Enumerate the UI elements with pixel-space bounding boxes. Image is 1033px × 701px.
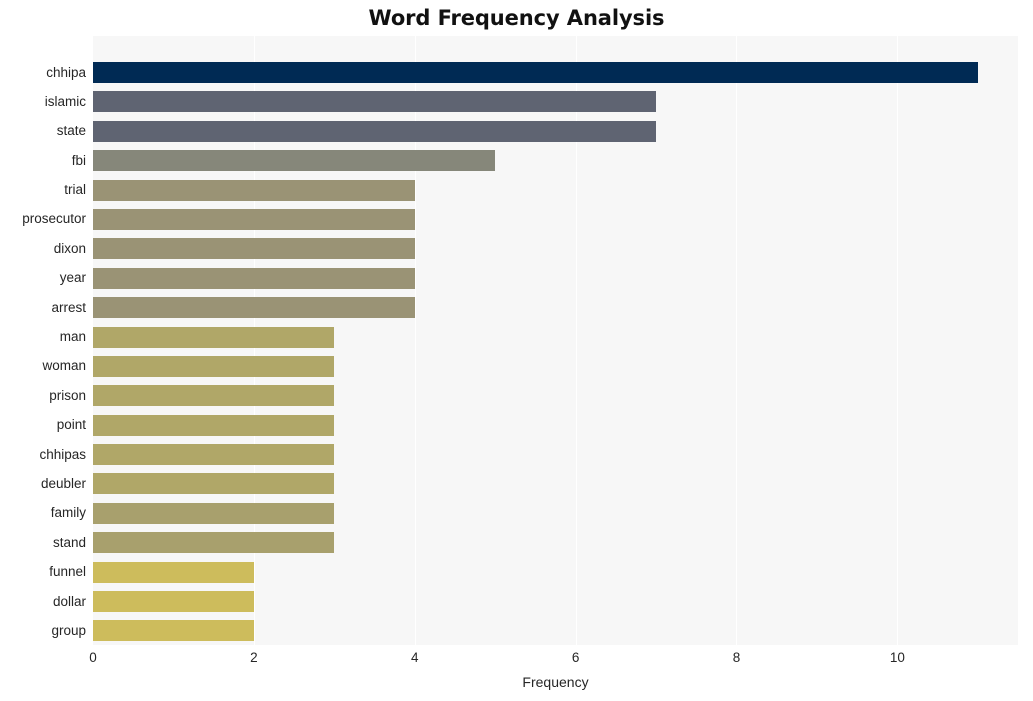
plot-area bbox=[93, 36, 1018, 645]
y-tick-label: trial bbox=[64, 182, 86, 198]
y-axis: chhipa islamic state fbi trial prosecutor dixo… bbox=[0, 36, 86, 645]
y-tick-label: islamic bbox=[44, 93, 86, 109]
bar[interactable] bbox=[93, 414, 335, 436]
bar[interactable] bbox=[93, 238, 415, 260]
x-axis: 0 2 4 6 8 10 bbox=[89, 650, 1018, 670]
bar[interactable] bbox=[93, 150, 496, 172]
bar[interactable] bbox=[93, 620, 254, 642]
bar[interactable] bbox=[93, 561, 254, 583]
y-tick-label: chhipas bbox=[39, 446, 86, 462]
bar[interactable] bbox=[93, 297, 415, 319]
x-axis-title: Frequency bbox=[522, 674, 589, 690]
x-tick-label: 6 bbox=[571, 650, 580, 665]
x-tick-label: 10 bbox=[889, 650, 905, 665]
bar[interactable] bbox=[93, 355, 335, 377]
y-tick-label: point bbox=[56, 417, 86, 433]
bar[interactable] bbox=[93, 179, 415, 201]
bar[interactable] bbox=[93, 473, 335, 495]
bar[interactable] bbox=[93, 444, 335, 466]
bar[interactable] bbox=[93, 120, 657, 142]
bar[interactable] bbox=[93, 591, 254, 613]
y-tick-label: man bbox=[59, 329, 86, 345]
bar[interactable] bbox=[93, 267, 415, 289]
y-tick-label: state bbox=[56, 123, 86, 139]
y-tick-label: year bbox=[59, 270, 86, 286]
x-tick-label: 2 bbox=[250, 650, 258, 665]
y-tick-label: chhipa bbox=[46, 64, 86, 80]
x-tick-label: 0 bbox=[89, 650, 97, 665]
bar[interactable] bbox=[93, 502, 335, 524]
bar[interactable] bbox=[93, 91, 657, 113]
y-tick-label: deubler bbox=[40, 475, 86, 491]
y-tick-label: fbi bbox=[71, 152, 86, 168]
chart-title: Word Frequency Analysis bbox=[368, 6, 665, 30]
y-tick-label: dollar bbox=[52, 593, 86, 609]
y-tick-label: prison bbox=[49, 387, 86, 403]
y-tick-label: woman bbox=[42, 358, 86, 374]
bar[interactable] bbox=[93, 326, 335, 348]
bar[interactable] bbox=[93, 62, 978, 83]
bar[interactable] bbox=[93, 385, 335, 407]
y-tick-label: family bbox=[50, 505, 86, 521]
x-tick-label: 4 bbox=[410, 650, 419, 665]
y-tick-label: prosecutor bbox=[22, 211, 86, 227]
y-tick-label: arrest bbox=[51, 299, 86, 315]
bar[interactable] bbox=[93, 208, 415, 230]
gridline bbox=[897, 36, 899, 645]
gridline bbox=[736, 36, 738, 645]
chart-figure: Word Frequency Analysis chhipa islamic sta… bbox=[0, 0, 1033, 701]
y-tick-label: funnel bbox=[49, 564, 86, 580]
y-tick-label: stand bbox=[52, 534, 86, 550]
bar[interactable] bbox=[93, 532, 335, 554]
y-tick-label: dixon bbox=[53, 240, 86, 256]
y-tick-label: group bbox=[51, 622, 86, 638]
x-tick-label: 8 bbox=[732, 650, 741, 665]
